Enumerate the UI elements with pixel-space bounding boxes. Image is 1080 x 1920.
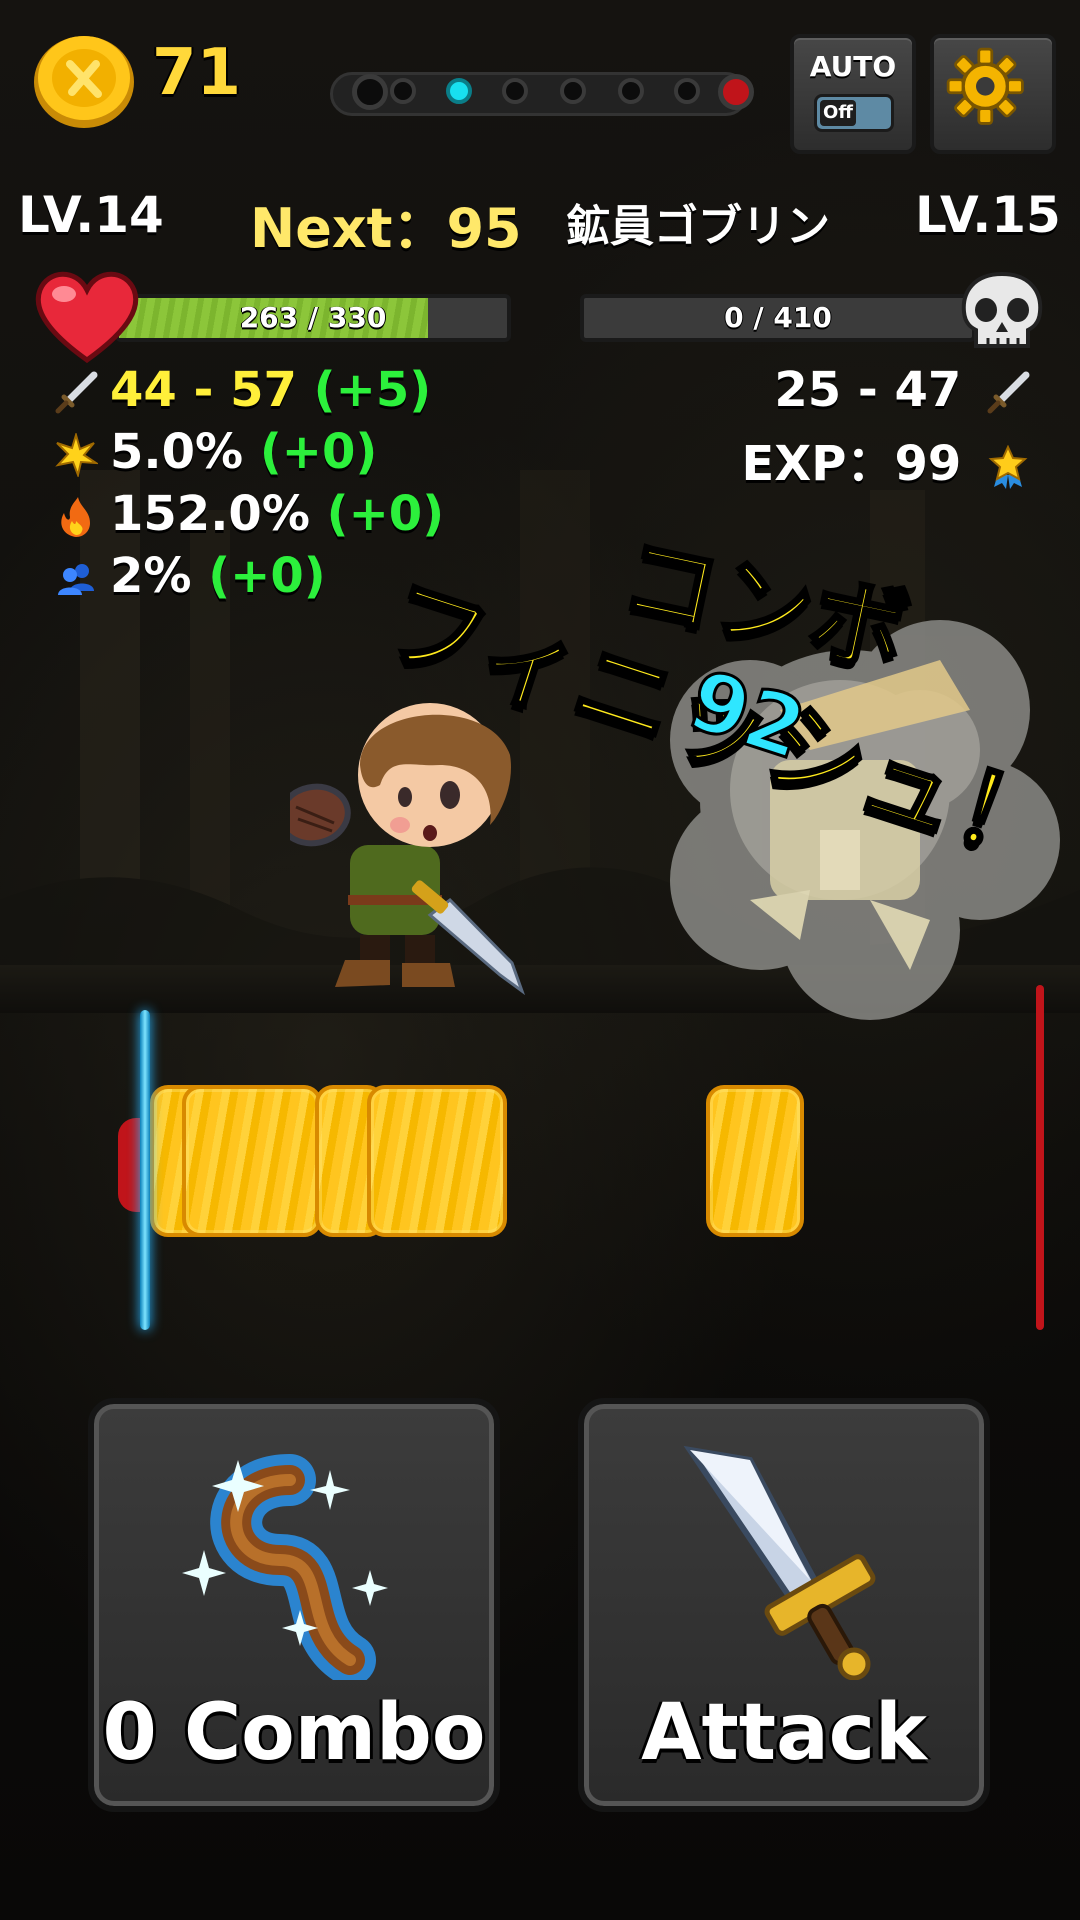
player-attack-bonus: (+5) <box>313 362 432 418</box>
player-level: LV.14 <box>18 186 164 244</box>
stage-dot <box>618 78 644 104</box>
stage-dot-boss <box>718 74 754 110</box>
player-hp-bar: 263 / 330 <box>115 294 511 342</box>
enemy-exp-stat: EXP：99 <box>742 424 1031 492</box>
timing-note <box>706 1085 804 1237</box>
player-crit-value: 5.0% <box>110 424 244 480</box>
party-icon <box>58 564 94 595</box>
burst-icon <box>55 433 98 477</box>
player-crit-damage-stat: 152.0% (+0) <box>54 486 444 542</box>
coin-count: 71 <box>152 36 242 110</box>
timing-note <box>367 1085 507 1237</box>
skull-icon <box>961 271 1043 348</box>
player-crit-bonus: (+0) <box>259 424 378 480</box>
player-attack-stat: 44 - 57 (+5) <box>54 362 431 418</box>
enemy-level: LV.15 <box>915 186 1061 244</box>
auto-battle-toggle[interactable]: AUTO Off <box>790 34 916 154</box>
sword-icon <box>987 371 1030 414</box>
timing-note <box>182 1085 322 1237</box>
magic-whip-icon <box>182 1454 388 1680</box>
enemy-exp-value: EXP：99 <box>741 436 962 492</box>
heart-icon <box>35 271 139 364</box>
stage-dot <box>560 78 586 104</box>
hero-character <box>290 703 526 996</box>
attack-button[interactable]: Attack <box>578 1398 990 1812</box>
timing-hit-line <box>140 1010 150 1330</box>
combo-button[interactable]: 0 Combo <box>88 1398 500 1812</box>
stage-dot <box>674 78 700 104</box>
player-hp-text: 263 / 330 <box>239 301 387 334</box>
gear-icon <box>946 47 1024 125</box>
player-crit-damage-value: 152.0% <box>110 486 310 542</box>
enemy-name: 鉱員ゴブリン <box>566 201 830 252</box>
next-exp: Next：95 <box>250 197 522 260</box>
stage-dot <box>502 78 528 104</box>
star-medal-icon <box>988 445 1028 489</box>
auto-label: AUTO <box>809 50 897 83</box>
stage-dot <box>390 78 416 104</box>
auto-switch-state: Off <box>820 100 856 126</box>
settings-button[interactable] <box>930 34 1056 154</box>
player-party-bonus: (+0) <box>208 548 326 604</box>
auto-switch[interactable]: Off <box>814 94 894 132</box>
sword-icon <box>55 371 98 414</box>
stage-dot-current <box>446 78 472 104</box>
combo-button-label: 0 Combo <box>102 1688 486 1778</box>
player-party-value: 2% <box>110 548 192 604</box>
enemy-hp-bar: 0 / 410 <box>580 294 976 342</box>
player-crit-damage-bonus: (+0) <box>326 486 445 542</box>
enemy-attack-stat: 25 - 47 <box>774 362 1030 418</box>
player-party-stat: 2% (+0) <box>54 548 326 604</box>
stage-dot <box>352 74 388 110</box>
lane-end-line <box>1036 985 1044 1330</box>
enemy-hp-text: 0 / 410 <box>724 301 832 334</box>
player-crit-stat: 5.0% (+0) <box>54 424 377 480</box>
attack-button-label: Attack <box>641 1688 927 1778</box>
sword-icon <box>683 1445 876 1680</box>
flame-icon <box>61 497 90 537</box>
gold-coin-icon <box>34 36 134 128</box>
player-attack-value: 44 - 57 <box>110 362 297 418</box>
enemy-attack-value: 25 - 47 <box>774 362 962 418</box>
